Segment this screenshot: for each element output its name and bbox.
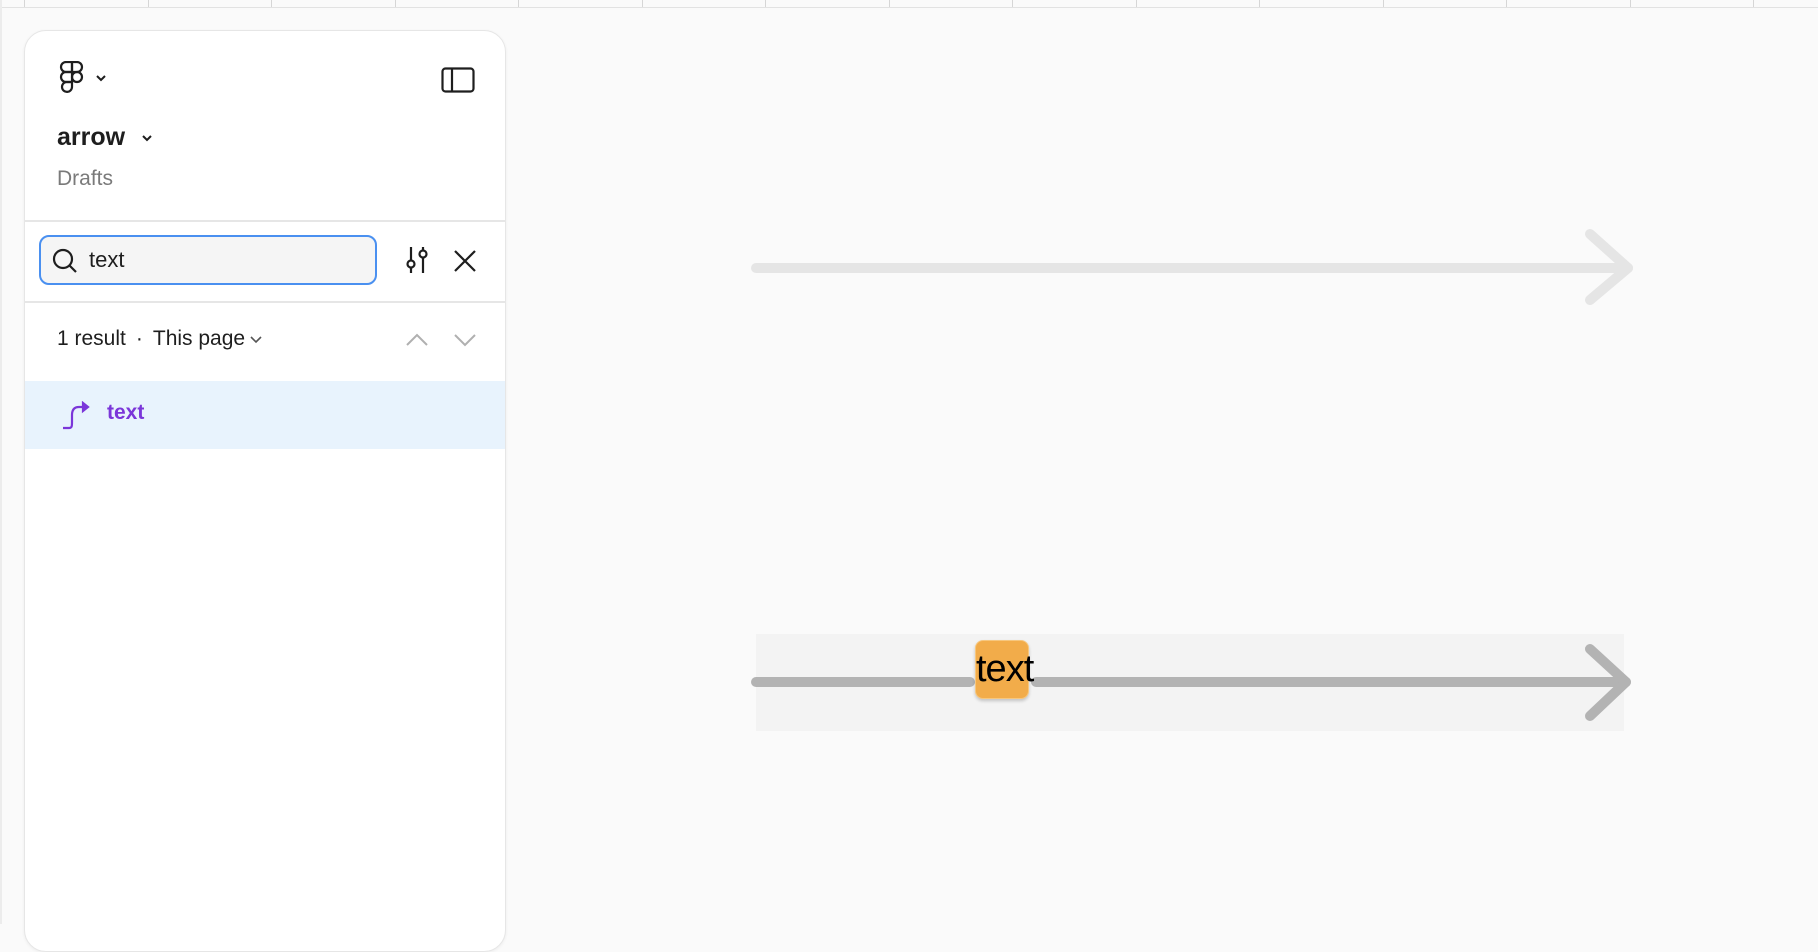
arrow-connector[interactable] [751,229,1633,305]
connector-label[interactable]: text [975,640,1034,699]
canvas [751,229,1633,731]
